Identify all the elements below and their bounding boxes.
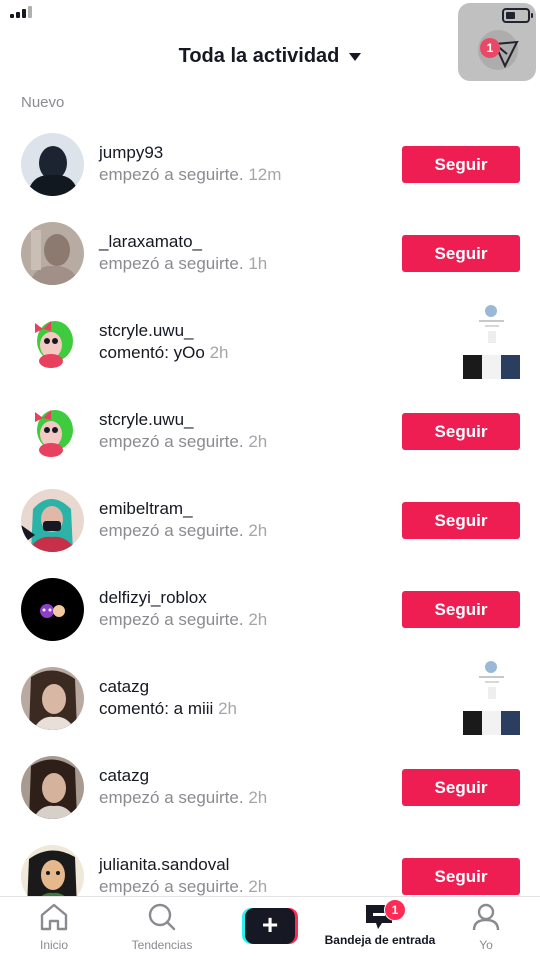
avatar[interactable] bbox=[21, 489, 84, 552]
username[interactable]: catazg bbox=[99, 765, 267, 787]
activity-row[interactable]: catazg comentó: a miii 2h bbox=[0, 654, 540, 743]
activity-line: empezó a seguirte. 1h bbox=[99, 253, 267, 275]
activity-description: comentó: yOo bbox=[99, 343, 205, 362]
activity-line: empezó a seguirte. 2h bbox=[99, 609, 267, 631]
video-thumbnail[interactable] bbox=[463, 303, 520, 379]
activity-row[interactable]: stcryle.uwu_ empezó a seguirte. 2h Segui… bbox=[0, 387, 540, 476]
timestamp: 12m bbox=[248, 165, 282, 184]
timestamp: 2h bbox=[248, 610, 268, 629]
activity-text: catazg empezó a seguirte. 2h bbox=[99, 765, 267, 809]
avatar[interactable] bbox=[21, 756, 84, 819]
timestamp: 2h bbox=[218, 699, 237, 718]
timestamp: 2h bbox=[248, 432, 268, 451]
home-icon bbox=[40, 903, 68, 931]
signal-icon bbox=[10, 6, 32, 18]
follow-button[interactable]: Seguir bbox=[402, 413, 520, 450]
activity-line: comentó: a miii 2h bbox=[99, 698, 237, 720]
section-label: Nuevo bbox=[21, 94, 65, 111]
nav-discover[interactable]: Tendencias bbox=[128, 903, 196, 952]
activity-line: empezó a seguirte. 12m bbox=[99, 164, 281, 186]
activity-description: empezó a seguirte. bbox=[99, 610, 244, 629]
search-icon bbox=[148, 903, 176, 931]
activity-text: catazg comentó: a miii 2h bbox=[99, 676, 237, 720]
inbox-icon: 1 bbox=[362, 899, 406, 931]
timestamp: 2h bbox=[248, 788, 268, 807]
activity-row[interactable]: jumpy93 empezó a seguirte. 12m Seguir bbox=[0, 120, 540, 209]
activity-row[interactable]: emibeltram_ empezó a seguirte. 2h Seguir bbox=[0, 476, 540, 565]
avatar[interactable] bbox=[21, 400, 84, 463]
activity-text: _laraxamato_ empezó a seguirte. 1h bbox=[99, 231, 267, 275]
activity-description: empezó a seguirte. bbox=[99, 165, 244, 184]
username[interactable]: stcryle.uwu_ bbox=[99, 320, 228, 342]
avatar[interactable] bbox=[21, 133, 84, 196]
username[interactable]: julianita.sandoval bbox=[99, 854, 267, 876]
activity-text: jumpy93 empezó a seguirte. 12m bbox=[99, 142, 281, 186]
activity-description: empezó a seguirte. bbox=[99, 788, 244, 807]
activity-line: empezó a seguirte. 2h bbox=[99, 431, 267, 453]
activity-text: stcryle.uwu_ empezó a seguirte. 2h bbox=[99, 409, 267, 453]
activity-line: empezó a seguirte. 2h bbox=[99, 520, 267, 542]
activity-row[interactable]: _laraxamato_ empezó a seguirte. 1h Segui… bbox=[0, 209, 540, 298]
activity-list: jumpy93 empezó a seguirte. 12m Seguir _l… bbox=[0, 120, 540, 921]
follow-button[interactable]: Seguir bbox=[402, 769, 520, 806]
activity-line: empezó a seguirte. 2h bbox=[99, 876, 267, 898]
plus-icon: + bbox=[245, 908, 295, 944]
avatar[interactable] bbox=[21, 667, 84, 730]
nav-home[interactable]: Inicio bbox=[36, 903, 72, 952]
caret-down-icon bbox=[349, 53, 362, 61]
username[interactable]: jumpy93 bbox=[99, 142, 281, 164]
activity-text: emibeltram_ empezó a seguirte. 2h bbox=[99, 498, 267, 542]
video-thumbnail[interactable] bbox=[463, 659, 520, 735]
activity-row[interactable]: catazg empezó a seguirte. 2h Seguir bbox=[0, 743, 540, 832]
activity-text: julianita.sandoval empezó a seguirte. 2h bbox=[99, 854, 267, 898]
activity-filter-header[interactable]: Toda la actividad bbox=[0, 38, 540, 74]
activity-text: stcryle.uwu_ comentó: yOo 2h bbox=[99, 320, 228, 364]
timestamp: 1h bbox=[248, 254, 268, 273]
follow-button[interactable]: Seguir bbox=[402, 235, 520, 272]
activity-description: empezó a seguirte. bbox=[99, 432, 244, 451]
activity-text: delfizyi_roblox empezó a seguirte. 2h bbox=[99, 587, 267, 631]
activity-description: empezó a seguirte. bbox=[99, 254, 244, 273]
username[interactable]: _laraxamato_ bbox=[99, 231, 267, 253]
battery-icon bbox=[502, 8, 533, 23]
nav-inbox-label: Bandeja de entrada bbox=[324, 933, 436, 947]
timestamp: 2h bbox=[248, 521, 268, 540]
follow-button[interactable]: Seguir bbox=[402, 591, 520, 628]
timestamp: 2h bbox=[209, 343, 229, 362]
create-button[interactable]: + bbox=[242, 908, 298, 944]
inbox-badge: 1 bbox=[384, 899, 406, 921]
username[interactable]: emibeltram_ bbox=[99, 498, 267, 520]
activity-line: comentó: yOo 2h bbox=[99, 342, 228, 364]
nav-me-label: Yo bbox=[479, 938, 493, 952]
activity-line: empezó a seguirte. 2h bbox=[99, 787, 267, 809]
timestamp: 2h bbox=[248, 877, 268, 896]
avatar[interactable] bbox=[21, 311, 84, 374]
avatar[interactable] bbox=[21, 222, 84, 285]
bottom-nav: Inicio Tendencias + 1 Bandeja de entrada… bbox=[0, 896, 540, 960]
activity-row[interactable]: delfizyi_roblox empezó a seguirte. 2h Se… bbox=[0, 565, 540, 654]
username[interactable]: delfizyi_roblox bbox=[99, 587, 267, 609]
nav-discover-label: Tendencias bbox=[131, 938, 193, 952]
follow-button[interactable]: Seguir bbox=[402, 502, 520, 539]
username[interactable]: stcryle.uwu_ bbox=[99, 409, 267, 431]
follow-button[interactable]: Seguir bbox=[402, 146, 520, 183]
follow-button[interactable]: Seguir bbox=[402, 858, 520, 895]
activity-description: empezó a seguirte. bbox=[99, 521, 244, 540]
profile-icon bbox=[472, 903, 500, 931]
avatar[interactable] bbox=[21, 578, 84, 641]
activity-description: comentó: a miii bbox=[99, 699, 214, 718]
nav-me[interactable]: Yo bbox=[466, 903, 506, 952]
nav-inbox[interactable]: 1 Bandeja de entrada bbox=[320, 899, 440, 947]
activity-row[interactable]: stcryle.uwu_ comentó: yOo 2h bbox=[0, 298, 540, 387]
activity-description: empezó a seguirte. bbox=[99, 877, 244, 896]
username[interactable]: catazg bbox=[99, 676, 237, 698]
page-title: Toda la actividad bbox=[178, 44, 340, 67]
nav-home-label: Inicio bbox=[39, 938, 68, 952]
